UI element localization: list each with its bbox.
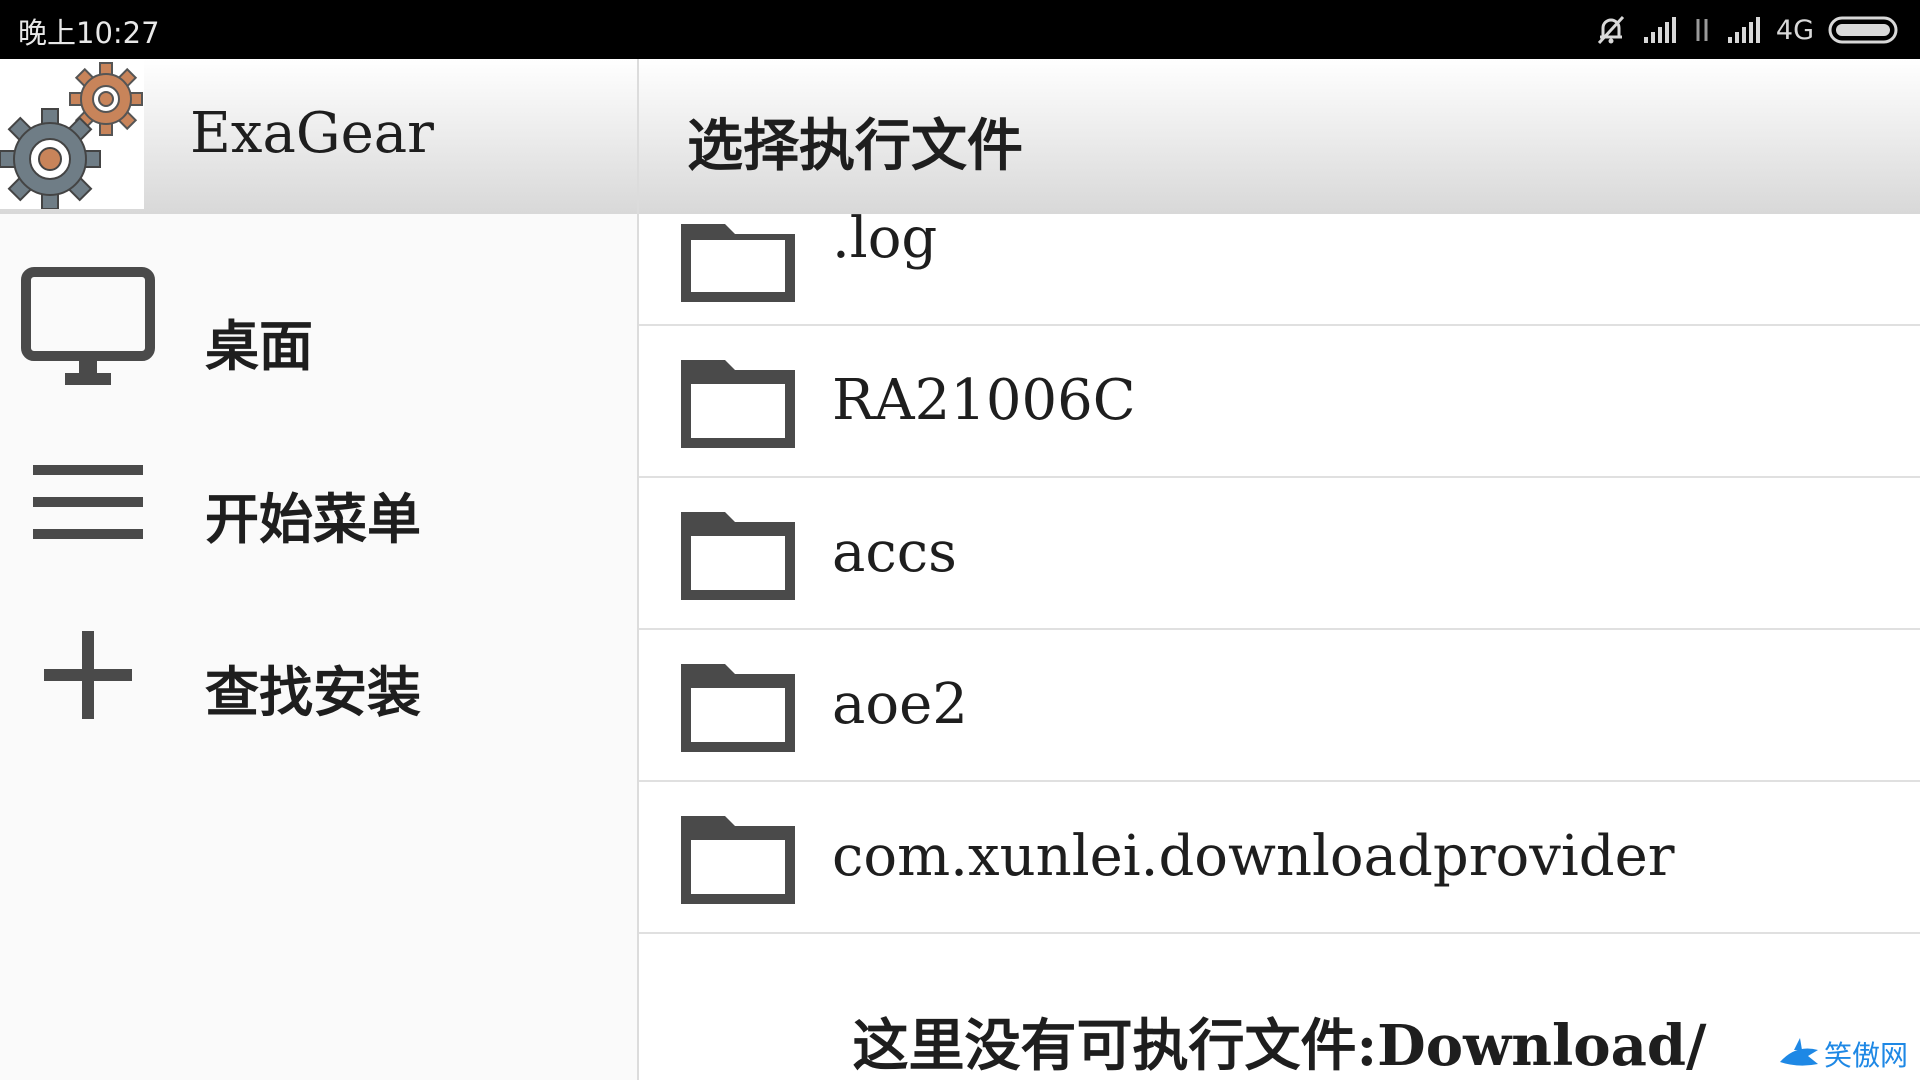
signal-icon <box>1727 17 1760 43</box>
status-icons: 4G <box>1594 10 1902 50</box>
data-arrows-icon <box>1696 19 1708 41</box>
battery-icon <box>1828 16 1898 44</box>
file-name: RA21006C <box>832 368 1136 433</box>
status-bar: 晚上10:27 4G <box>0 0 1920 59</box>
nav-item-find-install[interactable]: 查找安装 <box>0 600 637 750</box>
nav-item-desktop[interactable]: 桌面 <box>0 254 637 404</box>
file-row[interactable]: aoe2 <box>639 630 1920 782</box>
monitor-icon <box>21 267 155 385</box>
folder-icon <box>681 816 795 904</box>
shark-logo-icon <box>1780 1038 1818 1066</box>
file-name: com.xunlei.downloadprovider <box>832 824 1675 889</box>
file-list[interactable]: .log RA21006C accs aoe2 com.xunlei.downl… <box>639 214 1920 994</box>
file-name: .log <box>832 214 938 271</box>
file-chooser-panel: 选择执行文件 .log RA21006C accs aoe2 com.xunle… <box>639 59 1920 1080</box>
file-row[interactable]: com.xunlei.downloadprovider <box>639 782 1920 934</box>
folder-icon <box>681 360 795 448</box>
nav-item-label: 查找安装 <box>205 660 421 724</box>
mute-icon <box>1597 15 1624 45</box>
panel-header: 选择执行文件 <box>639 59 1920 214</box>
app-name: ExaGear <box>190 101 434 166</box>
file-row[interactable]: accs <box>639 478 1920 630</box>
folder-icon <box>681 512 795 600</box>
watermark-text: 笑傲网 <box>1824 1039 1909 1072</box>
signal-icon <box>1643 17 1676 43</box>
page-title: 选择执行文件 <box>687 113 1023 179</box>
nav-item-label: 开始菜单 <box>205 487 421 551</box>
navigation-drawer: ExaGear 桌面 开始菜单 查找安装 <box>0 59 639 1080</box>
watermark: 笑傲网 <box>1778 1032 1918 1080</box>
file-row[interactable]: RA21006C <box>639 326 1920 478</box>
empty-message: 这里没有可执行文件:Download/ <box>852 1013 1707 1079</box>
file-name: aoe2 <box>832 672 968 737</box>
plus-icon <box>44 631 132 719</box>
nav-item-start-menu[interactable]: 开始菜单 <box>0 427 637 577</box>
menu-icon <box>33 465 143 539</box>
folder-icon <box>681 664 795 752</box>
drawer-header: ExaGear <box>0 59 637 214</box>
file-row[interactable]: .log <box>639 214 1920 326</box>
folder-icon <box>681 224 795 302</box>
gears-icon <box>0 62 143 210</box>
network-type: 4G <box>1775 14 1814 46</box>
app-logo <box>0 59 144 210</box>
file-name: accs <box>832 520 957 585</box>
status-time: 晚上10:27 <box>18 16 160 50</box>
nav-item-label: 桌面 <box>205 314 313 378</box>
